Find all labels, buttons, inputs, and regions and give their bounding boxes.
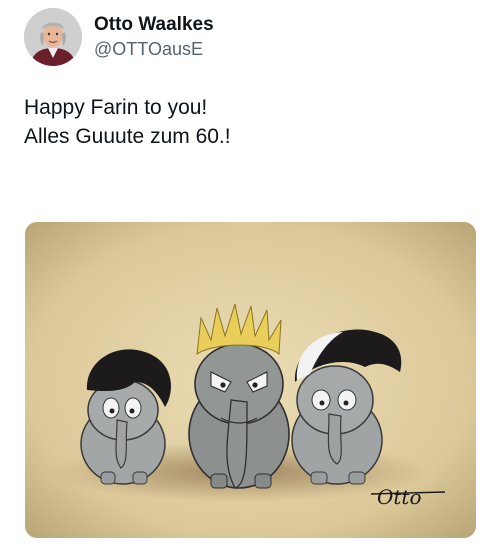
svg-text:Otto: Otto — [377, 485, 422, 509]
tweet-media-image[interactable]: Otto — [25, 222, 476, 538]
elephant-left — [80, 349, 171, 485]
tweet-text-line-1: Happy Farin to you! — [24, 96, 208, 119]
author-display-name[interactable]: Otto Waalkes — [94, 13, 214, 37]
elephant-cartoon-image-icon: Otto — [25, 222, 476, 538]
tweet-text-line-2: Alles Guuute zum 60.! — [24, 125, 231, 148]
tweet-text: Happy Farin to you! Alles Guuute zum 60.… — [24, 93, 231, 151]
author-handle[interactable]: @OTTOausE — [94, 37, 214, 61]
user-avatar-icon — [24, 8, 82, 66]
author-avatar[interactable] — [24, 8, 82, 66]
elephant-middle — [188, 303, 290, 489]
tweet-header: Otto Waalkes @OTTOausE — [24, 8, 214, 66]
